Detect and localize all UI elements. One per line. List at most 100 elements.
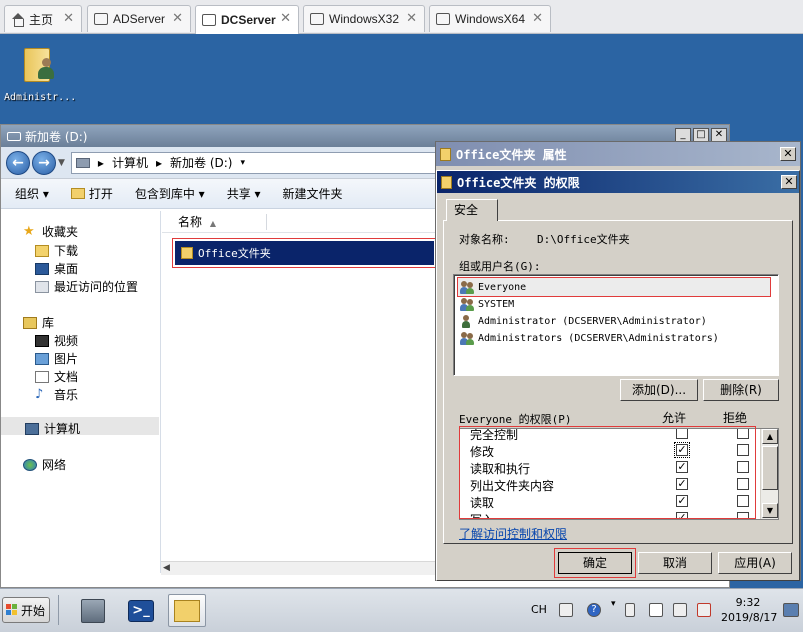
chevron-down-icon[interactable]: ▼ (58, 158, 65, 168)
tab-home[interactable]: 主页 ✕ (4, 5, 82, 32)
address-separator: ▸ (97, 155, 104, 170)
user-row-everyone[interactable]: Everyone (457, 277, 771, 297)
nav-documents[interactable]: 文档 (35, 368, 78, 385)
tab-dcserver[interactable]: DCServer ✕ (195, 5, 299, 34)
nav-favorites[interactable]: ★ 收藏夹 (23, 223, 78, 240)
close-icon[interactable]: ✕ (172, 11, 183, 26)
user-row-system[interactable]: SYSTEM (458, 295, 514, 313)
help-icon[interactable]: ? (587, 603, 601, 617)
taskbar-powershell[interactable]: >_ (122, 594, 160, 627)
user-list[interactable]: Everyone SYSTEM Administrator (DCSERVER\… (453, 274, 779, 376)
folder-icon (181, 247, 193, 259)
tray-options-icon[interactable]: ▾ (611, 599, 616, 609)
deny-checkbox[interactable] (737, 495, 749, 507)
scroll-thumb[interactable] (762, 446, 778, 490)
tab-adserver[interactable]: ADServer ✕ (87, 5, 191, 32)
chevron-down-icon[interactable]: ▾ (240, 158, 245, 168)
scroll-down-icon[interactable]: ▼ (762, 503, 778, 518)
show-desktop-icon[interactable] (783, 603, 799, 617)
volume-muted-icon[interactable] (697, 603, 711, 617)
taskbar-explorer[interactable] (168, 594, 206, 627)
remove-user-button[interactable]: 删除(R) (703, 379, 779, 401)
tab-windowsx64[interactable]: WindowsX64 ✕ (429, 5, 551, 32)
library-icon (23, 316, 37, 329)
nav-label: 网络 (42, 458, 67, 472)
cancel-button[interactable]: 取消 (638, 552, 712, 574)
start-button[interactable]: 开始 (2, 597, 50, 623)
add-user-button[interactable]: 添加(D)... (620, 379, 698, 401)
file-row-office-folder[interactable]: Office文件夹 (172, 238, 437, 268)
ok-button[interactable]: 确定 (558, 552, 632, 574)
clock[interactable]: 9:32 2019/8/17 (721, 595, 777, 625)
flag-icon[interactable] (649, 603, 663, 617)
tray-expand-icon[interactable] (625, 603, 635, 617)
permissions-title-bar[interactable]: Office文件夹 的权限 (437, 171, 799, 193)
tab-security[interactable]: 安全 (446, 199, 498, 221)
close-icon[interactable]: ✕ (63, 11, 74, 26)
maximize-button[interactable]: □ (693, 128, 709, 142)
network-icon[interactable] (673, 603, 687, 617)
scroll-left-icon[interactable]: ◀ (163, 563, 170, 573)
learn-access-control-link[interactable]: 了解访问控制和权限 (459, 525, 567, 542)
keyboard-icon[interactable] (559, 603, 573, 617)
star-icon: ★ (23, 223, 35, 239)
open-button[interactable]: 打开 (70, 185, 113, 202)
close-icon[interactable]: ✕ (532, 11, 543, 26)
nav-videos[interactable]: 视频 (35, 332, 78, 349)
column-header-name[interactable]: 名称 ▲ (162, 211, 437, 233)
horizontal-scrollbar[interactable]: ◀ (161, 561, 437, 575)
deny-checkbox[interactable] (737, 461, 749, 473)
share-button[interactable]: 共享 ▾ (227, 185, 261, 202)
include-in-library-button[interactable]: 包含到库中 ▾ (135, 185, 205, 202)
close-button[interactable]: ✕ (780, 147, 796, 161)
open-folder-icon (70, 188, 85, 199)
allow-checkbox[interactable] (676, 478, 688, 490)
tab-label: DCServer (221, 13, 276, 27)
close-icon[interactable]: ✕ (280, 11, 291, 26)
close-button[interactable]: ✕ (711, 128, 727, 142)
nav-network[interactable]: 网络 (23, 456, 66, 473)
back-button[interactable]: ← (6, 150, 30, 175)
remote-tab-bar: 主页 ✕ ADServer ✕ DCServer ✕ WindowsX32 ✕ … (0, 0, 803, 34)
apply-button[interactable]: 应用(A) (718, 552, 792, 574)
allow-checkbox[interactable] (676, 461, 688, 473)
forward-button[interactable]: → (32, 150, 56, 175)
language-indicator[interactable]: CH (531, 603, 547, 616)
nav-recent[interactable]: 最近访问的位置 (35, 278, 138, 295)
vm-icon (94, 13, 108, 25)
allow-checkbox[interactable] (676, 512, 688, 519)
address-separator: ▸ (155, 155, 162, 170)
deny-checkbox[interactable] (737, 444, 749, 456)
close-icon[interactable]: ✕ (406, 11, 417, 26)
nav-music[interactable]: ♪ 音乐 (35, 386, 78, 403)
address-bar[interactable]: ▸ 计算机 ▸ 新加卷 (D:) ▾ (70, 151, 441, 174)
tab-windowsx32[interactable]: WindowsX32 ✕ (303, 5, 425, 32)
desktop-user-folder[interactable]: Administr... (4, 42, 76, 103)
close-button[interactable]: ✕ (781, 175, 797, 189)
deny-checkbox[interactable] (737, 478, 749, 490)
deny-checkbox[interactable] (737, 429, 749, 439)
allow-checkbox[interactable] (676, 495, 688, 507)
organize-button[interactable]: 组织 ▾ (15, 185, 49, 202)
allow-checkbox[interactable] (676, 429, 688, 439)
allow-checkbox[interactable] (674, 442, 690, 458)
user-row-administrator[interactable]: Administrator (DCSERVER\Administrator) (458, 312, 707, 330)
nav-pictures[interactable]: 图片 (35, 350, 78, 367)
nav-desktop[interactable]: 桌面 (35, 260, 78, 277)
properties-title-bar[interactable]: Office文件夹 属性 (436, 142, 800, 166)
user-row-administrators[interactable]: Administrators (DCSERVER\Administrators) (458, 329, 719, 347)
nav-computer[interactable]: 计算机 (25, 420, 80, 437)
minimize-button[interactable]: _ (675, 128, 691, 142)
breadcrumb-drive[interactable]: 新加卷 (D:) (170, 154, 232, 171)
new-folder-button[interactable]: 新建文件夹 (283, 185, 343, 202)
deny-checkbox[interactable] (737, 512, 749, 519)
nav-downloads[interactable]: 下载 (35, 242, 78, 259)
user-name: Administrator (DCSERVER\Administrator) (478, 315, 707, 327)
permissions-scrollbar[interactable]: ▲ ▼ (760, 429, 778, 519)
permissions-list: 完全控制 修改 读取和执行 列出文件夹内容 读取 写入 (459, 428, 779, 520)
taskbar-server-manager[interactable] (74, 594, 112, 627)
nav-libraries[interactable]: 库 (23, 314, 54, 331)
vm-icon (202, 14, 216, 26)
scroll-up-icon[interactable]: ▲ (762, 429, 778, 444)
breadcrumb-computer[interactable]: 计算机 (112, 154, 148, 171)
